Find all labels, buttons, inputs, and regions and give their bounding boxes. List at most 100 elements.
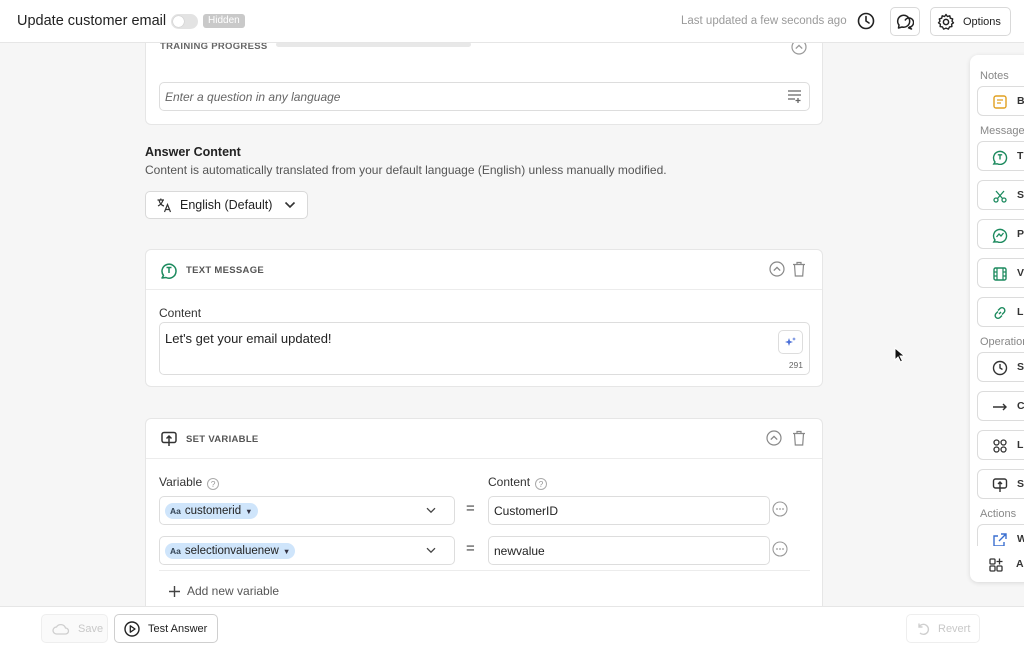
translate-icon bbox=[157, 198, 172, 213]
help-icon[interactable]: ? bbox=[207, 478, 220, 490]
panel-item-schedule[interactable]: S bbox=[977, 352, 1024, 382]
scissors-icon bbox=[993, 190, 1007, 203]
variable-value-input[interactable] bbox=[488, 536, 770, 565]
variable-select[interactable]: Aa customerid ▼ bbox=[159, 496, 455, 525]
variable-value-input[interactable] bbox=[488, 496, 770, 525]
link-icon bbox=[994, 306, 1006, 320]
panel-item-apps[interactable]: A bbox=[977, 550, 1024, 580]
panel-heading-operations: Operations bbox=[980, 336, 1024, 348]
panel-item-snippet[interactable]: S bbox=[977, 180, 1024, 210]
text-message-icon bbox=[161, 263, 177, 279]
status-badge: Hidden bbox=[203, 14, 245, 28]
test-answer-button[interactable]: Test Answer bbox=[114, 614, 218, 643]
equals-icon: = bbox=[466, 500, 475, 517]
chevron-down-icon bbox=[426, 507, 436, 514]
caret-down-icon: ▼ bbox=[282, 546, 291, 556]
panel-item-text[interactable]: T bbox=[977, 141, 1024, 171]
add-variable-label: Add new variable bbox=[187, 584, 280, 598]
panel-item-connect[interactable]: C bbox=[977, 391, 1024, 421]
collapse-icon[interactable] bbox=[766, 430, 782, 446]
plus-icon bbox=[169, 585, 180, 597]
set-variable-icon bbox=[992, 478, 1008, 492]
message-content-field[interactable]: Let's get your email updated! 291 bbox=[159, 322, 810, 375]
text-type-icon: Aa bbox=[170, 506, 181, 516]
visibility-toggle[interactable] bbox=[171, 14, 198, 29]
page-title: Update customer email bbox=[17, 13, 167, 29]
mouse-cursor-icon bbox=[894, 347, 906, 363]
language-label: English (Default) bbox=[180, 198, 273, 212]
panel-heading-messages: Messages bbox=[980, 125, 1024, 137]
video-icon bbox=[993, 267, 1007, 281]
panel-item-link[interactable]: Li bbox=[977, 297, 1024, 327]
undo-icon bbox=[918, 623, 930, 635]
note-icon bbox=[993, 95, 1007, 109]
top-bar: Update customer email Hidden Last update… bbox=[0, 0, 1024, 43]
arrow-right-icon bbox=[993, 403, 1007, 411]
components-panel: Notes B Messages T S P bbox=[970, 55, 1024, 582]
text-type-icon: Aa bbox=[170, 546, 181, 556]
list-add-icon[interactable] bbox=[787, 89, 803, 103]
content-column-label: Content? bbox=[488, 475, 548, 490]
options-button[interactable]: Options bbox=[930, 7, 1011, 36]
panel-item-note[interactable]: B bbox=[977, 86, 1024, 116]
add-variable-button[interactable]: Add new variable bbox=[168, 584, 279, 598]
options-label: Options bbox=[963, 15, 1001, 28]
play-circle-icon bbox=[124, 620, 140, 637]
bottom-bar: Save Test Answer Revert bbox=[0, 606, 1024, 649]
variable-chip: Aa selectionvaluenew ▼ bbox=[165, 543, 296, 559]
text-message-icon bbox=[992, 150, 1008, 165]
external-link-icon bbox=[993, 533, 1007, 546]
text-message-header: TEXT MESSAGE bbox=[146, 250, 822, 290]
panel-item-video[interactable]: V bbox=[977, 258, 1024, 288]
more-options-icon[interactable] bbox=[772, 541, 788, 557]
message-content-text: Let's get your email updated! bbox=[165, 331, 332, 346]
cloud-icon bbox=[52, 623, 70, 635]
divider bbox=[159, 570, 810, 571]
question-input[interactable] bbox=[159, 82, 810, 111]
training-card: TRAINING PROGRESS bbox=[145, 30, 823, 125]
set-variable-card: SET VARIABLE Variable? Content? Aa custo… bbox=[145, 418, 823, 608]
text-message-card: TEXT MESSAGE Content Let's get your emai… bbox=[145, 249, 823, 387]
variable-name: customerid bbox=[184, 505, 242, 517]
save-label: Save bbox=[78, 622, 104, 635]
grid-icon bbox=[993, 439, 1007, 453]
panel-item-webhook[interactable]: W bbox=[977, 524, 1024, 546]
panel-item-set-variable[interactable]: S bbox=[977, 469, 1024, 499]
variable-column-label: Variable? bbox=[159, 475, 220, 490]
comments-button[interactable] bbox=[890, 7, 920, 36]
history-clock-icon[interactable] bbox=[857, 12, 875, 30]
gear-icon bbox=[937, 13, 955, 30]
language-select[interactable]: English (Default) bbox=[145, 191, 308, 219]
panel-item-list[interactable]: Li bbox=[977, 430, 1024, 460]
chat-bubbles-icon bbox=[896, 14, 914, 30]
test-answer-label: Test Answer bbox=[148, 622, 208, 635]
panel-item-picture[interactable]: P bbox=[977, 219, 1024, 249]
apps-icon bbox=[989, 558, 1003, 572]
trash-icon[interactable] bbox=[792, 261, 806, 277]
variable-select[interactable]: Aa selectionvaluenew ▼ bbox=[159, 536, 455, 565]
content-label: Content bbox=[159, 306, 202, 320]
clock-icon bbox=[992, 360, 1008, 376]
save-button[interactable]: Save bbox=[41, 614, 108, 643]
panel-heading-notes: Notes bbox=[980, 70, 1009, 82]
text-message-label: TEXT MESSAGE bbox=[186, 265, 265, 276]
answer-content-title: Answer Content bbox=[145, 145, 241, 159]
picture-icon bbox=[992, 228, 1008, 243]
ai-assist-button[interactable] bbox=[778, 330, 803, 354]
revert-button[interactable]: Revert bbox=[906, 614, 980, 643]
chevron-down-icon bbox=[426, 547, 436, 554]
chevron-down-icon bbox=[285, 201, 296, 209]
set-variable-label: SET VARIABLE bbox=[186, 434, 259, 445]
answer-content-description: Content is automatically translated from… bbox=[145, 163, 667, 177]
collapse-icon[interactable] bbox=[769, 261, 785, 277]
variable-name: selectionvaluenew bbox=[184, 545, 279, 557]
caret-down-icon: ▼ bbox=[245, 506, 253, 516]
trash-icon[interactable] bbox=[792, 430, 806, 446]
set-variable-icon bbox=[161, 431, 177, 446]
panel-heading-actions: Actions bbox=[980, 508, 1017, 520]
set-variable-header: SET VARIABLE bbox=[146, 419, 822, 459]
help-icon[interactable]: ? bbox=[535, 478, 548, 490]
more-options-icon[interactable] bbox=[772, 501, 788, 517]
last-updated-text: Last updated a few seconds ago bbox=[681, 15, 847, 27]
character-count: 291 bbox=[788, 360, 803, 370]
